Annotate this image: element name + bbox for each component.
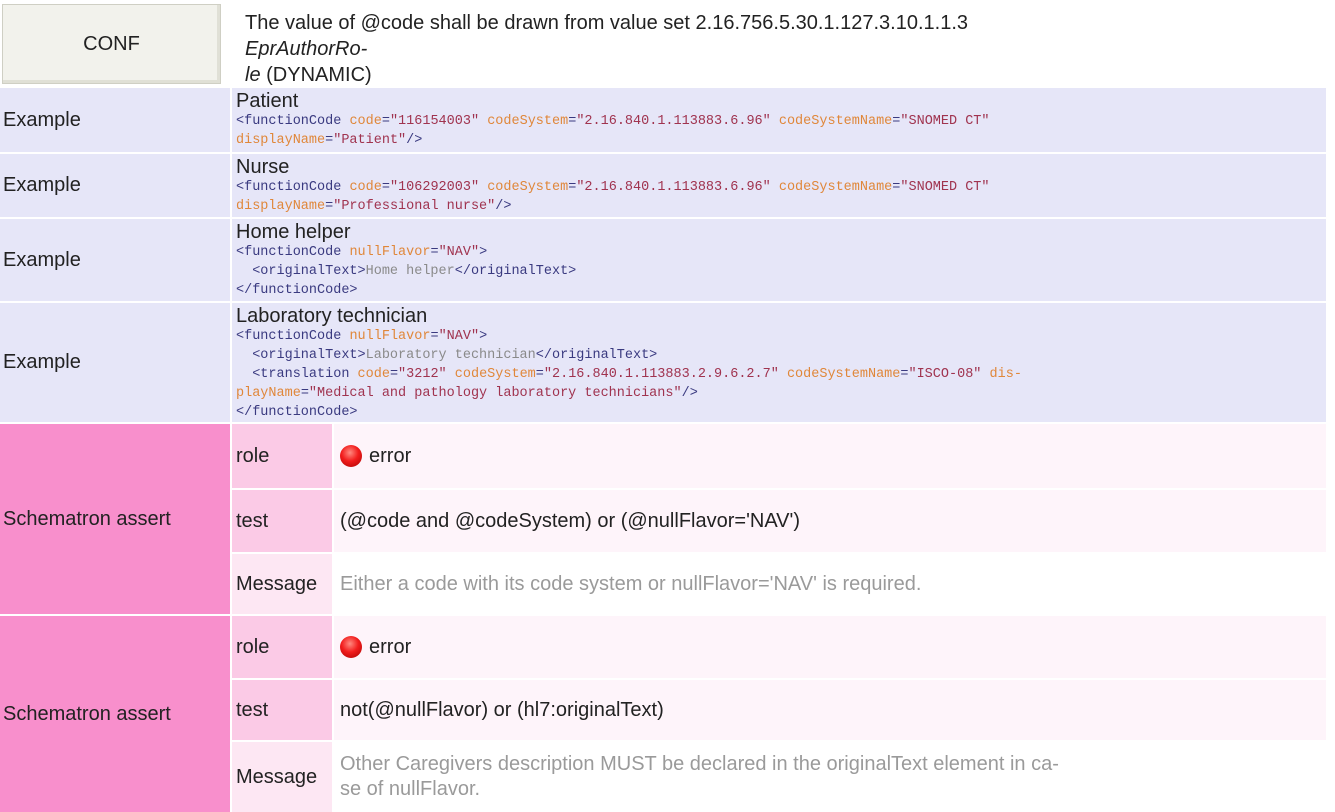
example-code: <functionCode nullFlavor="NAV"> <origina… (236, 329, 1022, 420)
message-key: Message (232, 742, 332, 812)
schematron-assert-2: Schematron assert role error test not(@n… (0, 616, 1335, 812)
test-key: test (232, 490, 332, 552)
message-value: Either a code with its code system or nu… (334, 554, 1326, 614)
message-value: Other Caregivers description MUST be dec… (334, 742, 1326, 812)
example-body: Patient <functionCode code="116154003" c… (232, 88, 1326, 152)
role-value-text: error (369, 444, 412, 467)
example-row-nurse: Example Nurse <functionCode code="106292… (0, 154, 1335, 217)
conf-row: CONF The value of @code shall be drawn f… (0, 0, 1335, 87)
example-label: Example (0, 88, 230, 152)
role-key: role (232, 424, 332, 488)
example-label: Example (0, 154, 230, 217)
error-dot-icon (340, 445, 362, 467)
example-body: Laboratory technician <functionCode null… (232, 303, 1326, 422)
role-key: role (232, 616, 332, 678)
role-value: error (334, 424, 1326, 488)
example-code: <functionCode nullFlavor="NAV"> <origina… (236, 245, 577, 298)
message-line-1: Other Caregivers description MUST be dec… (340, 753, 1059, 775)
value-set-name: EprAuthorRo- (245, 38, 368, 60)
example-body: Home helper <functionCode nullFlavor="NA… (232, 219, 1326, 301)
error-dot-icon (340, 636, 362, 658)
schematron-label: Schematron assert (0, 616, 230, 812)
role-value-text: error (369, 635, 412, 658)
test-value: (@code and @codeSystem) or (@nullFlavor=… (334, 490, 1326, 552)
example-row-patient: Example Patient <functionCode code="1161… (0, 88, 1335, 152)
role-value: error (334, 616, 1326, 678)
conf-text-suffix: (DYNAMIC) (260, 64, 372, 86)
value-set-name-cont: le (245, 64, 261, 86)
test-value: not(@nullFlavor) or (hl7:originalText) (334, 680, 1326, 740)
conf-text: The value of @code shall be drawn from v… (245, 10, 1005, 88)
conformance-table: CONF The value of @code shall be drawn f… (0, 0, 1335, 812)
example-title: Nurse (236, 156, 290, 178)
example-row-home-helper: Example Home helper <functionCode nullFl… (0, 219, 1335, 301)
conf-text-prefix: The value of @code shall be drawn from v… (245, 12, 968, 34)
example-code: <functionCode code="106292003" codeSyste… (236, 180, 990, 214)
example-row-lab-technician: Example Laboratory technician <functionC… (0, 303, 1335, 422)
message-key: Message (232, 554, 332, 614)
example-code: <functionCode code="116154003" codeSyste… (236, 114, 990, 148)
message-line-2: se of nullFlavor. (340, 778, 481, 800)
example-label: Example (0, 219, 230, 301)
schematron-assert-1: Schematron assert role error test (@code… (0, 424, 1335, 614)
example-title: Patient (236, 90, 299, 112)
example-body: Nurse <functionCode code="106292003" cod… (232, 154, 1326, 217)
conf-label: CONF (2, 4, 221, 84)
test-key: test (232, 680, 332, 740)
example-title: Home helper (236, 221, 351, 243)
example-label: Example (0, 303, 230, 422)
example-title: Laboratory technician (236, 305, 428, 327)
schematron-label: Schematron assert (0, 424, 230, 614)
